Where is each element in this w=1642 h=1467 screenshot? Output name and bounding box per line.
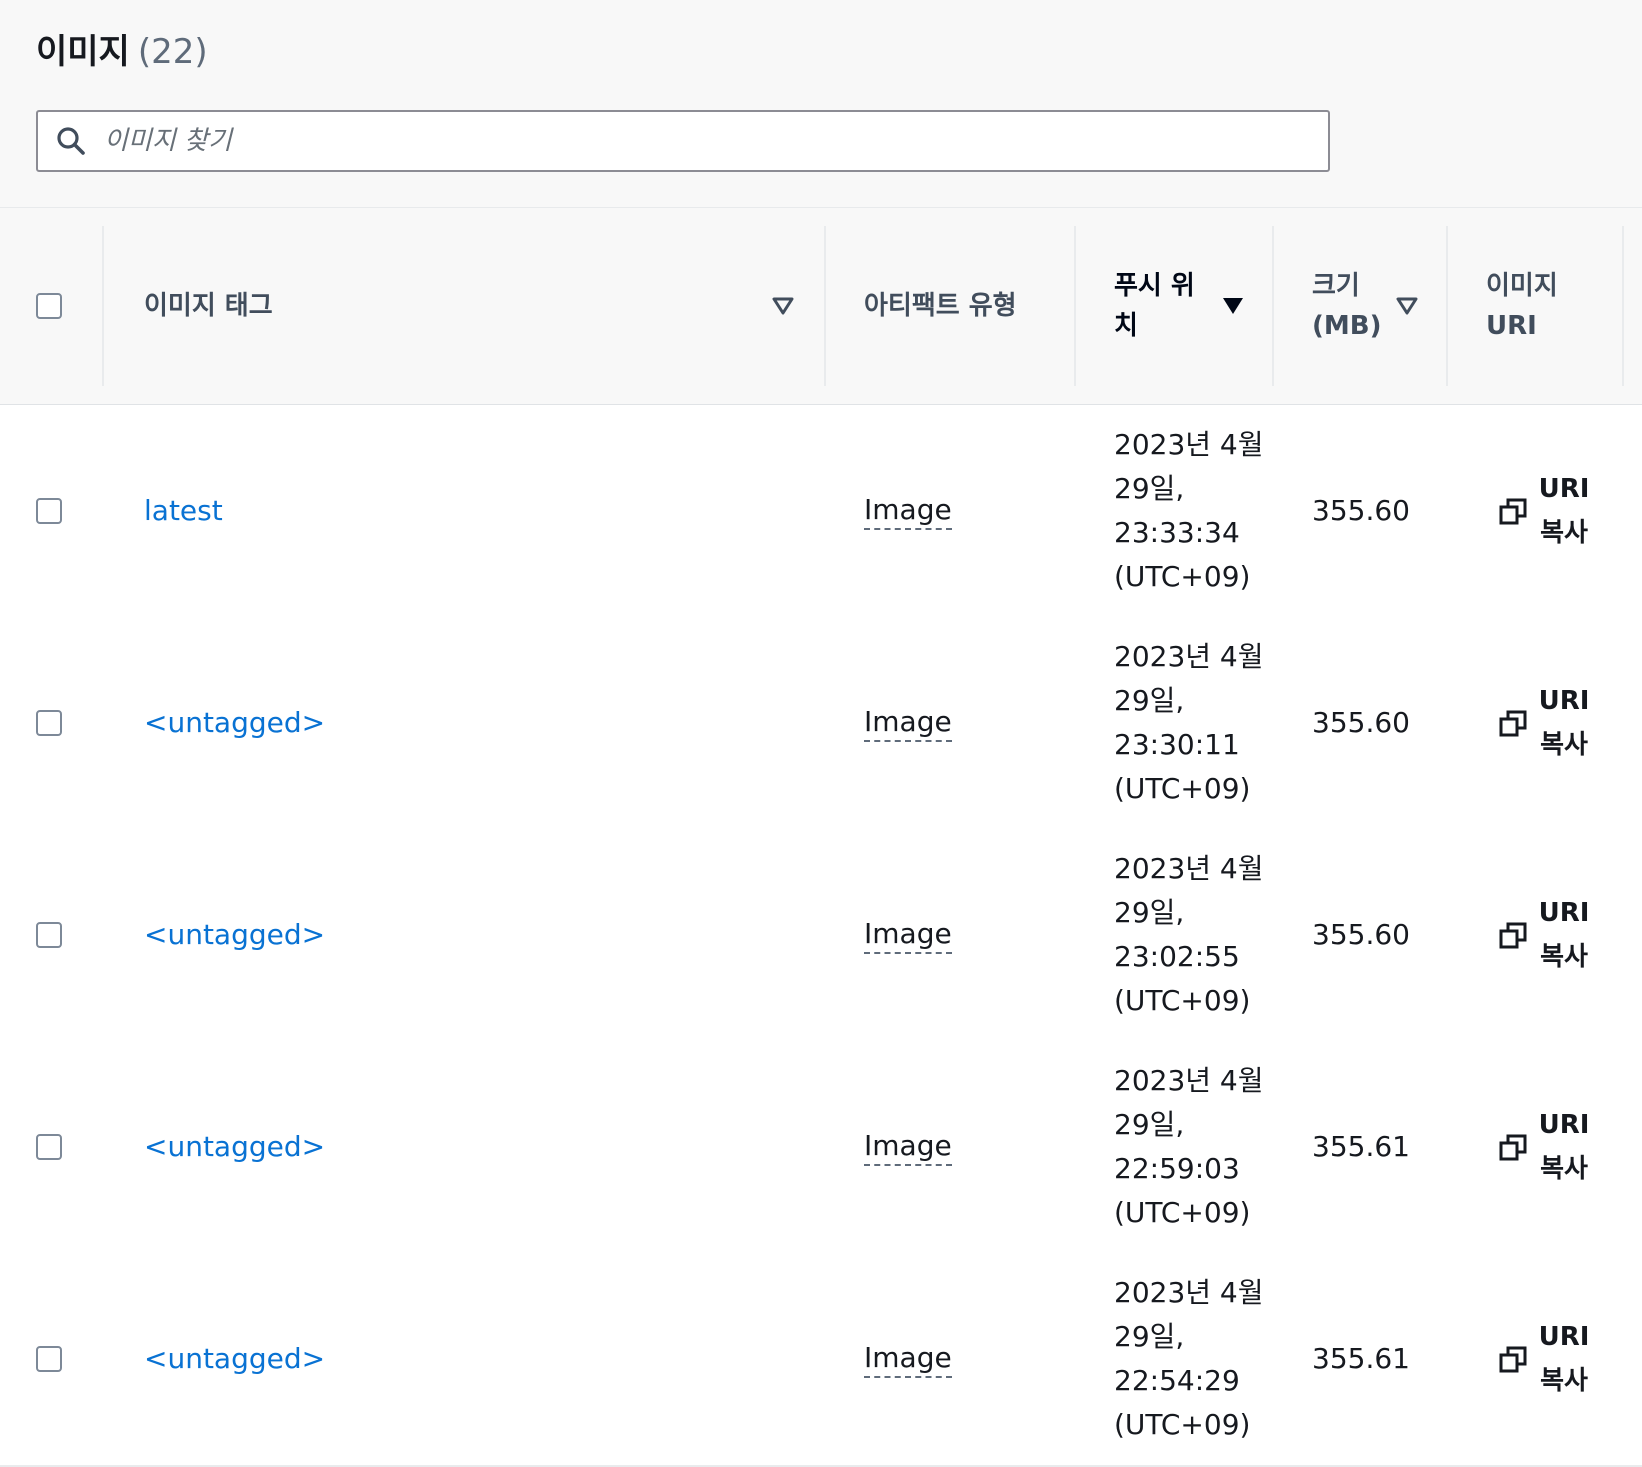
row-select-cell bbox=[36, 617, 96, 829]
copy-uri-button[interactable]: URI 복사 bbox=[1498, 1315, 1592, 1403]
image-uri-cell: URI 복사 bbox=[1498, 617, 1592, 829]
copy-uri-label: URI 복사 bbox=[1538, 1322, 1590, 1396]
size-value: 355.61 bbox=[1312, 1342, 1410, 1375]
table-row: latest Image 2023년 4월 29일, 23:33:34 (UTC… bbox=[0, 405, 1642, 619]
image-tag-link[interactable]: <untagged> bbox=[144, 1125, 325, 1169]
copy-uri-button[interactable]: URI 복사 bbox=[1498, 679, 1592, 767]
row-checkbox[interactable] bbox=[36, 710, 62, 736]
table-row: <untagged> Image 2023년 4월 29일, 23:02:55 … bbox=[0, 829, 1642, 1043]
column-header-overflow bbox=[1622, 226, 1642, 386]
row-select-cell bbox=[36, 829, 96, 1041]
row-select-cell bbox=[36, 405, 96, 617]
table-header: 이미지 태그 아티팩트 유형 푸시 위치 크기 (MB) 이미지 URI bbox=[0, 208, 1642, 405]
row-select-cell bbox=[36, 1041, 96, 1253]
pushed-at-cell: 2023년 4월 29일, 22:54:29 (UTC+09) bbox=[1114, 1253, 1264, 1465]
select-all-cell bbox=[36, 226, 96, 386]
column-label-pushed-at: 푸시 위치 bbox=[1114, 271, 1195, 341]
artifact-type-cell: Image bbox=[864, 829, 952, 1041]
column-header-image-uri[interactable]: 이미지 URI bbox=[1446, 226, 1622, 386]
copy-icon bbox=[1499, 1346, 1527, 1373]
image-tag-cell: <untagged> bbox=[144, 617, 325, 829]
copy-uri-button[interactable]: URI 복사 bbox=[1498, 467, 1592, 555]
image-tag-cell: <untagged> bbox=[144, 829, 325, 1041]
copy-uri-button[interactable]: URI 복사 bbox=[1498, 891, 1592, 979]
image-tag-link[interactable]: <untagged> bbox=[144, 1337, 325, 1381]
sort-caret-active-icon[interactable] bbox=[1222, 296, 1244, 316]
row-checkbox[interactable] bbox=[36, 498, 62, 524]
page-title-text: 이미지 bbox=[36, 32, 130, 72]
search-icon bbox=[54, 124, 88, 158]
artifact-type-cell: Image bbox=[864, 1041, 952, 1253]
row-checkbox[interactable] bbox=[36, 1346, 62, 1372]
sort-caret-icon[interactable] bbox=[1396, 296, 1418, 316]
column-header-image-tag[interactable]: 이미지 태그 bbox=[102, 226, 824, 386]
artifact-type-value[interactable]: Image bbox=[864, 1128, 952, 1166]
image-tag-link[interactable]: <untagged> bbox=[144, 701, 325, 745]
image-uri-cell: URI 복사 bbox=[1498, 829, 1592, 1041]
column-label-artifact-type: 아티팩트 유형 bbox=[864, 291, 1017, 321]
image-uri-cell: URI 복사 bbox=[1498, 405, 1592, 617]
pushed-at-value: 2023년 4월 29일, 23:30:11 (UTC+09) bbox=[1114, 640, 1264, 805]
copy-icon bbox=[1499, 922, 1527, 949]
artifact-type-value[interactable]: Image bbox=[864, 1340, 952, 1378]
copy-icon bbox=[1499, 1134, 1527, 1161]
size-value: 355.60 bbox=[1312, 706, 1410, 739]
column-header-artifact-type[interactable]: 아티팩트 유형 bbox=[824, 226, 1074, 386]
image-tag-cell: <untagged> bbox=[144, 1253, 325, 1465]
artifact-type-cell: Image bbox=[864, 405, 952, 617]
copy-uri-button[interactable]: URI 복사 bbox=[1498, 1103, 1592, 1191]
page-header: 이미지 (22) bbox=[0, 0, 1642, 208]
search-box[interactable] bbox=[36, 110, 1330, 172]
copy-uri-label: URI 복사 bbox=[1538, 474, 1590, 548]
sort-caret-icon[interactable] bbox=[772, 296, 794, 316]
size-value: 355.61 bbox=[1312, 1130, 1410, 1163]
size-cell: 355.61 bbox=[1312, 1041, 1410, 1253]
table-row: <untagged> Image 2023년 4월 29일, 23:30:11 … bbox=[0, 617, 1642, 831]
artifact-type-value[interactable]: Image bbox=[864, 916, 952, 954]
image-uri-cell: URI 복사 bbox=[1498, 1041, 1592, 1253]
image-uri-cell: URI 복사 bbox=[1498, 1253, 1592, 1465]
pushed-at-cell: 2023년 4월 29일, 23:02:55 (UTC+09) bbox=[1114, 829, 1264, 1041]
size-cell: 355.60 bbox=[1312, 617, 1410, 829]
size-value: 355.60 bbox=[1312, 918, 1410, 951]
pushed-at-cell: 2023년 4월 29일, 23:33:34 (UTC+09) bbox=[1114, 405, 1264, 617]
row-checkbox[interactable] bbox=[36, 1134, 62, 1160]
image-tag-cell: <untagged> bbox=[144, 1041, 325, 1253]
column-label-image-tag: 이미지 태그 bbox=[144, 291, 273, 321]
image-tag-cell: latest bbox=[144, 405, 223, 617]
select-all-checkbox[interactable] bbox=[36, 293, 62, 319]
pushed-at-value: 2023년 4월 29일, 23:33:34 (UTC+09) bbox=[1114, 428, 1264, 593]
image-tag-link[interactable]: <untagged> bbox=[144, 913, 325, 957]
row-select-cell bbox=[36, 1253, 96, 1465]
copy-uri-label: URI 복사 bbox=[1538, 1110, 1590, 1184]
search-input[interactable] bbox=[102, 118, 1286, 164]
pushed-at-value: 2023년 4월 29일, 22:54:29 (UTC+09) bbox=[1114, 1276, 1264, 1441]
page-title: 이미지 (22) bbox=[36, 28, 208, 76]
pushed-at-value: 2023년 4월 29일, 22:59:03 (UTC+09) bbox=[1114, 1064, 1264, 1229]
size-cell: 355.60 bbox=[1312, 829, 1410, 1041]
artifact-type-cell: Image bbox=[864, 617, 952, 829]
column-header-size[interactable]: 크기 (MB) bbox=[1272, 226, 1446, 386]
image-count: (22) bbox=[137, 32, 208, 72]
pushed-at-cell: 2023년 4월 29일, 23:30:11 (UTC+09) bbox=[1114, 617, 1264, 829]
table-row: <untagged> Image 2023년 4월 29일, 22:59:03 … bbox=[0, 1041, 1642, 1255]
artifact-type-cell: Image bbox=[864, 1253, 952, 1465]
copy-icon bbox=[1499, 498, 1527, 525]
copy-icon bbox=[1499, 710, 1527, 737]
artifact-type-value[interactable]: Image bbox=[864, 704, 952, 742]
artifact-type-value[interactable]: Image bbox=[864, 492, 952, 530]
table-row: <untagged> Image 2023년 4월 29일, 22:54:29 … bbox=[0, 1253, 1642, 1467]
pushed-at-value: 2023년 4월 29일, 23:02:55 (UTC+09) bbox=[1114, 852, 1264, 1017]
size-cell: 355.61 bbox=[1312, 1253, 1410, 1465]
copy-uri-label: URI 복사 bbox=[1538, 686, 1590, 760]
column-header-pushed-at[interactable]: 푸시 위치 bbox=[1074, 226, 1272, 386]
copy-uri-label: URI 복사 bbox=[1538, 898, 1590, 972]
image-tag-link[interactable]: latest bbox=[144, 489, 223, 533]
row-checkbox[interactable] bbox=[36, 922, 62, 948]
column-label-image-uri: 이미지 URI bbox=[1486, 271, 1558, 341]
column-label-size: 크기 (MB) bbox=[1312, 271, 1382, 341]
size-value: 355.60 bbox=[1312, 494, 1410, 527]
size-cell: 355.60 bbox=[1312, 405, 1410, 617]
pushed-at-cell: 2023년 4월 29일, 22:59:03 (UTC+09) bbox=[1114, 1041, 1264, 1253]
